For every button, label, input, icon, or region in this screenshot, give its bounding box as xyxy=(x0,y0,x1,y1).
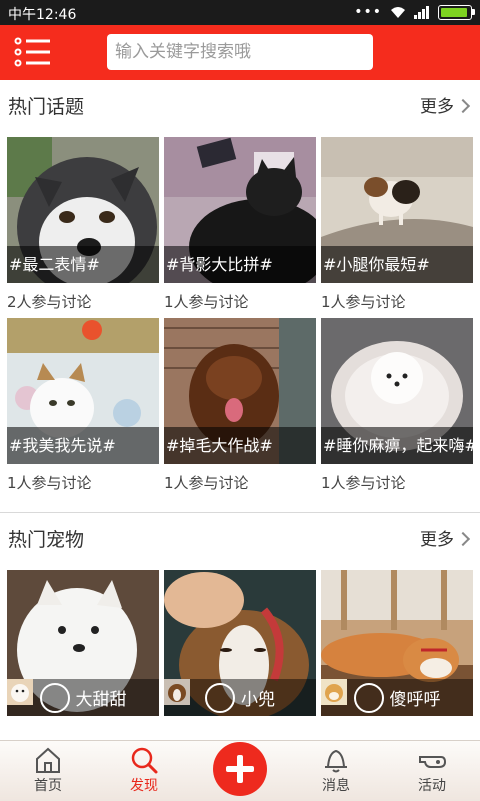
wifi-icon xyxy=(391,6,405,18)
nav-activities[interactable]: 活动 xyxy=(397,745,467,795)
topic-card[interactable]: #掉毛大作战# xyxy=(164,318,316,464)
pet-card[interactable]: 大甜甜 xyxy=(7,570,159,716)
hot-topics-header: 热门话题 更多 xyxy=(0,80,480,130)
status-time: 中午12:46 xyxy=(8,7,77,23)
avatar xyxy=(164,679,235,713)
topic-caption: #掉毛大作战# xyxy=(164,427,316,464)
status-bar: 中午12:46 ••• xyxy=(0,0,480,25)
pet-name: 傻呼呼 xyxy=(389,690,441,710)
topic-card[interactable]: #背影大比拼# xyxy=(164,137,316,283)
topic-card[interactable]: #小腿你最短# xyxy=(321,137,473,283)
hot-pets-more-link[interactable]: 更多 xyxy=(420,525,471,550)
mastiff-photo: #掉毛大作战# xyxy=(164,318,316,464)
nav-messages[interactable]: 消息 xyxy=(301,745,371,795)
pet-caption: 小兜 xyxy=(164,679,316,716)
hot-topics-title: 热门话题 xyxy=(8,96,85,118)
pet-name: 大甜甜 xyxy=(75,690,127,710)
more-label: 更多 xyxy=(420,97,454,117)
app-header xyxy=(0,25,480,80)
beagle-sleeping-photo: 小兜 xyxy=(164,570,316,716)
topic-card[interactable]: #最二表情# xyxy=(7,137,159,283)
nav-label: 消息 xyxy=(322,778,350,794)
topic-caption: #最二表情# xyxy=(7,246,159,283)
pet-caption: 大甜甜 xyxy=(7,679,159,716)
battery-icon xyxy=(438,4,475,20)
topic-caption: #小腿你最短# xyxy=(321,246,473,283)
signal-icon xyxy=(414,5,429,19)
pet-caption: 傻呼呼 xyxy=(321,679,473,716)
more-dots-icon: ••• xyxy=(354,4,382,20)
nav-home[interactable]: 首页 xyxy=(13,745,83,795)
topic-count: 1人参与讨论 xyxy=(164,474,249,492)
black-cat-photo: #背影大比拼# xyxy=(164,137,316,283)
topic-card[interactable]: #我美我先说# xyxy=(7,318,159,464)
chevron-right-icon xyxy=(455,98,471,113)
topic-caption: #睡你麻痹，起来嗨# xyxy=(321,427,473,464)
more-label: 更多 xyxy=(420,530,454,550)
pet-card[interactable]: 小兜 xyxy=(164,570,316,716)
topic-card[interactable]: #睡你麻痹，起来嗨# xyxy=(321,318,473,464)
avatar xyxy=(7,679,70,713)
nav-label: 发现 xyxy=(130,778,158,794)
hot-topics-more-link[interactable]: 更多 xyxy=(420,92,471,117)
whistle-icon xyxy=(419,756,447,768)
topic-count: 1人参与讨论 xyxy=(321,293,406,311)
hot-pets-title: 热门宠物 xyxy=(8,529,85,551)
topic-count: 1人参与讨论 xyxy=(321,474,406,492)
topic-count: 1人参与讨论 xyxy=(7,474,92,492)
beagle-photo: #小腿你最短# xyxy=(321,137,473,283)
search-input[interactable] xyxy=(107,34,373,70)
nav-label: 活动 xyxy=(418,778,446,794)
topic-count: 2人参与讨论 xyxy=(7,293,92,311)
hot-pets-header: 热门宠物 更多 xyxy=(0,513,480,563)
nav-discover[interactable]: 发现 xyxy=(109,745,179,795)
search-icon xyxy=(131,747,158,774)
samoyed-photo: 大甜甜 xyxy=(7,570,159,716)
pet-name: 小兜 xyxy=(241,690,275,710)
hot-pets-section: 热门宠物 更多 大甜甜 小兜 傻呼呼 xyxy=(0,513,480,740)
topic-caption: #背影大比拼# xyxy=(164,246,316,283)
white-cat-photo: #我美我先说# xyxy=(7,318,159,464)
nav-label: 首页 xyxy=(34,778,62,794)
hot-topics-section: 热门话题 更多 #最二表情# #背影大比拼# #小腿你最短# 2人参与讨论 1人… xyxy=(0,80,480,512)
chevron-right-icon xyxy=(455,531,471,546)
bell-icon xyxy=(325,749,347,773)
pomeranian-photo: #睡你麻痹，起来嗨# xyxy=(321,318,473,464)
add-post-button[interactable] xyxy=(213,742,267,796)
topic-count: 1人参与讨论 xyxy=(164,293,249,311)
home-icon xyxy=(36,747,60,773)
husky-photo: #最二表情# xyxy=(7,137,159,283)
pet-card[interactable]: 傻呼呼 xyxy=(321,570,473,716)
avatar xyxy=(321,679,384,713)
shiba-photo: 傻呼呼 xyxy=(321,570,473,716)
topic-caption: #我美我先说# xyxy=(7,427,159,464)
menu-icon[interactable] xyxy=(14,37,52,67)
status-icons: ••• xyxy=(354,4,475,20)
